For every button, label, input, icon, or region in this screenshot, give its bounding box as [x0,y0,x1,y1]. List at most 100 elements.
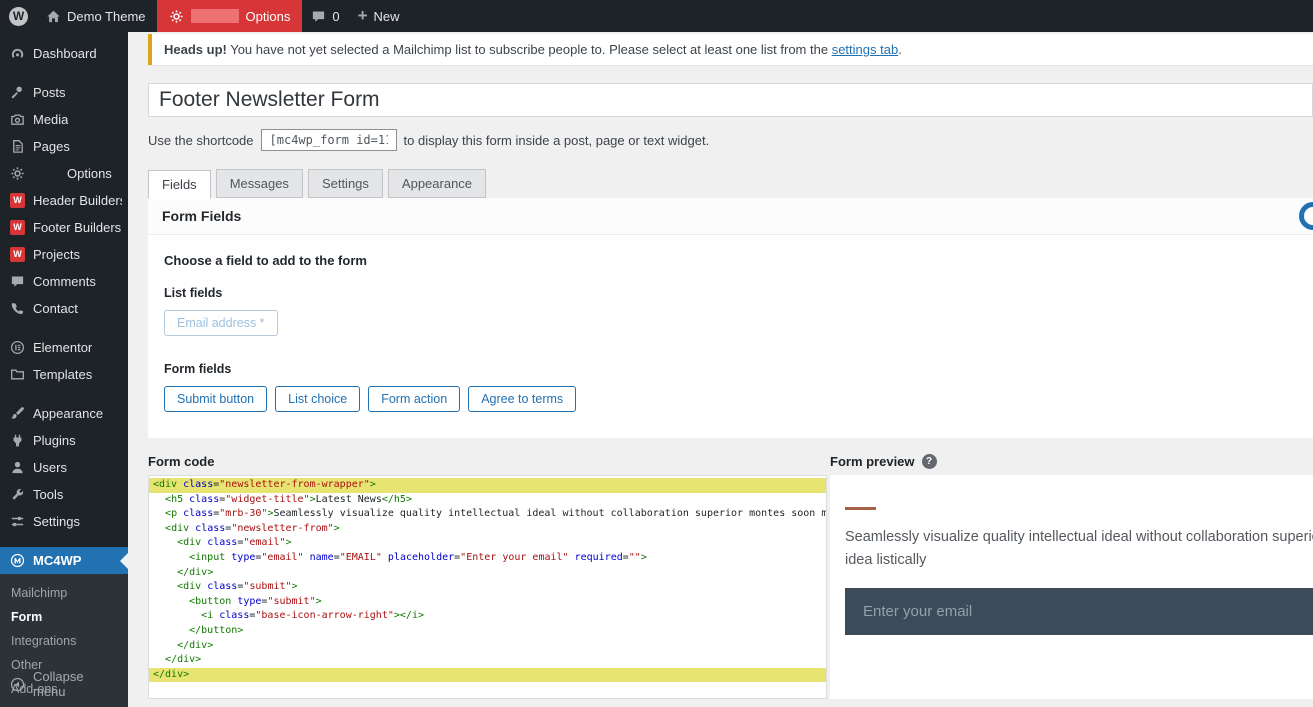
sidebar-item-elementor[interactable]: Elementor [0,334,128,361]
field-button-submit-button[interactable]: Submit button [164,386,267,412]
form-code-editor[interactable]: <div class="newsletter-from-wrapper"> <h… [148,475,827,699]
sidebar-item-mc4wp[interactable]: MC4WP [0,547,128,574]
collapse-menu-label: Collapse menu [33,669,118,699]
sidebar-item-tools[interactable]: Tools [0,481,128,508]
submenu-item-integrations[interactable]: Integrations [0,629,128,653]
phone-icon [10,301,25,316]
comments-bubble-icon [311,9,326,24]
code-line[interactable]: <button type="submit"> [149,595,826,610]
site-name-menu[interactable]: Demo Theme [37,0,155,32]
code-line[interactable]: <div class="email"> [149,536,826,551]
sidebar-item-label: Settings [33,514,80,529]
gear-icon [169,9,184,24]
sidebar-item-pages[interactable]: Pages [0,133,128,160]
form-title-input[interactable] [148,83,1313,117]
form-code-column: Form code <div class="newsletter-from-wr… [148,454,827,699]
code-line[interactable]: <i class="base-icon-arrow-right"></i> [149,609,826,624]
field-button-agree-to-terms[interactable]: Agree to terms [468,386,576,412]
sidebar-item-label: Header Builders [33,193,122,208]
submenu-item-form[interactable]: Form [0,605,128,629]
brush-icon [10,406,25,421]
sidebar-item-label: Posts [33,85,66,100]
panel-header: Form Fields [148,198,1313,235]
sidebar-item-media[interactable]: Media [0,106,128,133]
code-line[interactable]: </div> [149,639,826,654]
shortcode-prefix: Use the shortcode [148,133,254,148]
panel-title: Form Fields [162,208,241,224]
code-line[interactable]: <div class="submit"> [149,580,826,595]
code-line[interactable]: </div> [149,566,826,581]
comments-menu[interactable]: 0 [302,0,348,32]
sidebar-menu: Dashboard Posts Media Pages Options W Header B… [0,32,128,707]
main-content: Heads up! You have not yet selected a Ma… [128,32,1313,707]
mc4wp-icon [10,553,25,568]
code-line[interactable]: <div class="newsletter-from-wrapper"> [149,478,826,493]
new-menu[interactable]: + New [349,0,409,32]
sidebar-item-label: Media [33,112,68,127]
sidebar-item-label: Pages [33,139,70,154]
tab-appearance[interactable]: Appearance [388,169,486,198]
sidebar-item-templates[interactable]: Templates [0,361,128,388]
folder-icon [10,367,25,382]
code-line[interactable]: </button> [149,624,826,639]
help-icon[interactable]: ? [922,454,937,469]
sidebar-item-label: Footer Builders [33,220,121,235]
code-line[interactable]: <div class="newsletter-from"> [149,522,826,537]
form-preview-label-row: Form preview ? [830,454,1313,469]
code-line[interactable]: </div> [149,653,826,668]
preview-email-input[interactable] [845,588,1313,635]
sidebar-item-label: Appearance [33,406,103,421]
site-name: Demo Theme [67,9,146,24]
sidebar-item-appearance[interactable]: Appearance [0,400,128,427]
collapse-menu-button[interactable]: Collapse menu [0,661,128,707]
redacted-label [191,9,239,23]
users-icon [10,460,25,475]
wordpress-logo-icon: W [9,7,28,26]
sliders-icon [10,514,25,529]
sidebar-item-dashboard[interactable]: Dashboard [0,40,128,67]
wp-logo-menu[interactable]: W [0,0,37,32]
code-line[interactable]: <input type="email" name="EMAIL" placeho… [149,551,826,566]
code-line[interactable]: <h5 class="widget-title">Latest News</h5… [149,493,826,508]
options-label: Options [246,9,291,24]
form-preview: Seamlessly visualize quality intellectua… [830,475,1313,699]
settings-tab-link[interactable]: settings tab [832,42,899,57]
sidebar-item-footer-builders[interactable]: WFooter Builders [0,214,128,241]
comments-count: 0 [332,9,339,24]
tab-messages[interactable]: Messages [216,169,303,198]
theme-options-button[interactable]: Options [157,0,303,32]
code-line[interactable]: <p class="mrb-30">Seamlessly visualize q… [149,507,826,522]
sidebar-item-options[interactable]: Options [0,160,128,187]
field-button-email-address[interactable]: Email address * [164,310,278,336]
field-button-list-choice[interactable]: List choice [275,386,360,412]
shortcode-input[interactable] [261,129,397,151]
camera-icon [10,112,25,127]
elementor-icon [10,340,25,355]
code-line[interactable]: </div> [149,668,826,683]
tab-fields[interactable]: Fields [148,170,211,199]
sidebar-item-label: MC4WP [33,553,81,568]
sidebar-item-posts[interactable]: Posts [0,79,128,106]
sidebar-item-settings[interactable]: Settings [0,508,128,535]
sidebar-item-header-builders[interactable]: W Header Builders [0,187,128,214]
gear-icon [10,166,25,181]
tab-settings[interactable]: Settings [308,169,383,198]
sidebar-item-comments[interactable]: Comments [0,268,128,295]
comments-icon [10,274,25,289]
preview-paragraph-line1: Seamlessly visualize quality intellectua… [845,526,1313,549]
home-icon [46,9,61,24]
sidebar-item-contact[interactable]: Contact [0,295,128,322]
field-button-form-action[interactable]: Form action [368,386,460,412]
w-badge-icon: W [10,193,25,208]
w-badge-icon: W [10,247,25,262]
help-toggle-button[interactable] [1299,202,1313,230]
pages-icon [10,139,25,154]
sidebar-item-label: Contact [33,301,78,316]
sidebar-item-label: Comments [33,274,96,289]
sidebar-item-plugins[interactable]: Plugins [0,427,128,454]
collapse-arrow-icon [10,677,25,692]
sidebar-item-users[interactable]: Users [0,454,128,481]
sidebar-item-projects[interactable]: WProjects [0,241,128,268]
sidebar-item-label: Templates [33,367,92,382]
submenu-item-mailchimp[interactable]: Mailchimp [0,581,128,605]
